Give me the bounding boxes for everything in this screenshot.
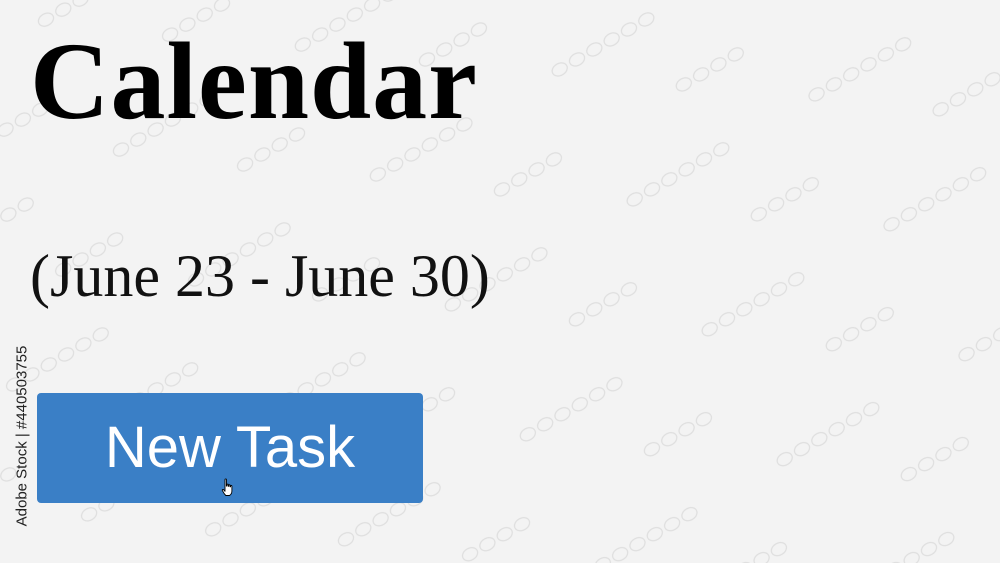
new-task-button[interactable]: New Task <box>37 393 423 503</box>
calendar-page: Calendar (June 23 - June 30) New Task Ad… <box>0 0 1000 563</box>
stock-watermark-text: Adobe Stock | #440503755 <box>13 345 31 527</box>
date-range-label: (June 23 - June 30) <box>30 243 490 309</box>
page-title: Calendar <box>30 20 478 142</box>
